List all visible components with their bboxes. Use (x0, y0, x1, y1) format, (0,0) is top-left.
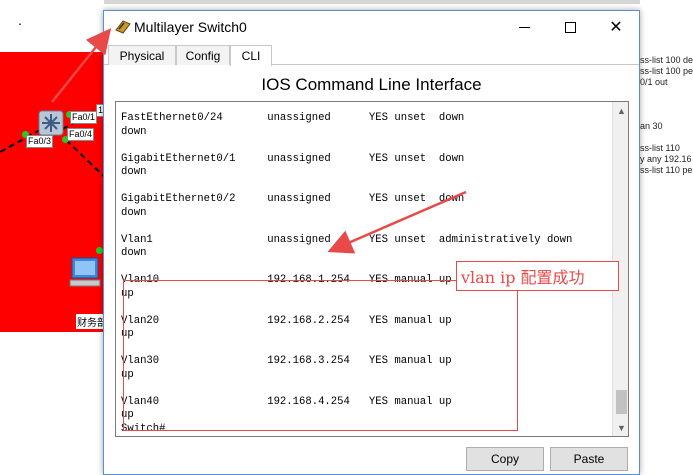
maximize-icon (564, 21, 576, 33)
copy-button[interactable]: Copy (466, 447, 544, 471)
annotation-callout: vlan ip 配置成功 (456, 261, 619, 291)
config-snippet: y any 192.16 (640, 154, 692, 164)
terminal-line: GigabitEthernet0/2 unassigned YES unset … (121, 193, 465, 205)
cli-terminal[interactable]: FastEthernet0/24 unassigned YES unset do… (115, 101, 629, 437)
config-snippet: ss-list 100 de (640, 55, 693, 65)
port-label-fa0-4: Fa0/4 (67, 128, 95, 141)
multilayer-switch-icon[interactable] (36, 108, 66, 138)
vlan-highlight-box (123, 280, 518, 431)
paste-button[interactable]: Paste (550, 447, 628, 471)
close-icon: ✕ (609, 19, 623, 36)
pc-icon[interactable] (68, 256, 104, 290)
config-snippet: 0/1 out (640, 77, 668, 87)
tab-bar: Physical Config CLI (104, 43, 639, 66)
dashed-links (0, 101, 110, 183)
vlan-zone-red (0, 52, 110, 332)
tab-cli[interactable]: CLI (230, 45, 272, 66)
config-snippet: ss-list 110 pe (640, 165, 693, 175)
window-title: Multilayer Switch0 (134, 19, 247, 35)
minimize-button[interactable] (501, 11, 547, 43)
port-label-fa0-1: Fa0/1 (70, 111, 98, 124)
minimize-icon (518, 26, 530, 28)
tab-physical[interactable]: Physical (108, 45, 176, 65)
terminal-line: FastEthernet0/24 unassigned YES unset do… (121, 112, 465, 124)
config-snippet: ss-list 110 (640, 143, 680, 153)
scroll-thumb[interactable] (616, 390, 627, 414)
terminal-line: down (121, 125, 147, 138)
terminal-line: Vlan1 unassigned YES unset administrativ… (121, 233, 573, 246)
maximize-button[interactable] (547, 11, 593, 43)
link-dot (96, 247, 103, 254)
device-window: Multilayer Switch0 ✕ Physical Config CLI… (103, 10, 640, 475)
scroll-down-icon[interactable]: ▼ (613, 419, 628, 436)
cli-heading: IOS Command Line Interface (261, 75, 482, 94)
config-snippet: an 30 (640, 121, 663, 131)
workspace-dot: . (18, 12, 22, 28)
terminal-line: down (121, 206, 147, 219)
title-bar[interactable]: Multilayer Switch0 ✕ (104, 11, 639, 43)
config-snippet: ss-list 100 pe (640, 66, 693, 76)
terminal-line: GigabitEthernet0/1 unassigned YES unset … (121, 152, 465, 165)
tab-config[interactable]: Config (176, 45, 230, 65)
terminal-line: down (121, 247, 147, 259)
scroll-up-icon[interactable]: ▲ (613, 102, 628, 119)
close-button[interactable]: ✕ (593, 11, 639, 43)
switch-icon (115, 20, 131, 34)
terminal-line: down (121, 166, 147, 178)
port-label-fa0-3: Fa0/3 (26, 135, 54, 148)
